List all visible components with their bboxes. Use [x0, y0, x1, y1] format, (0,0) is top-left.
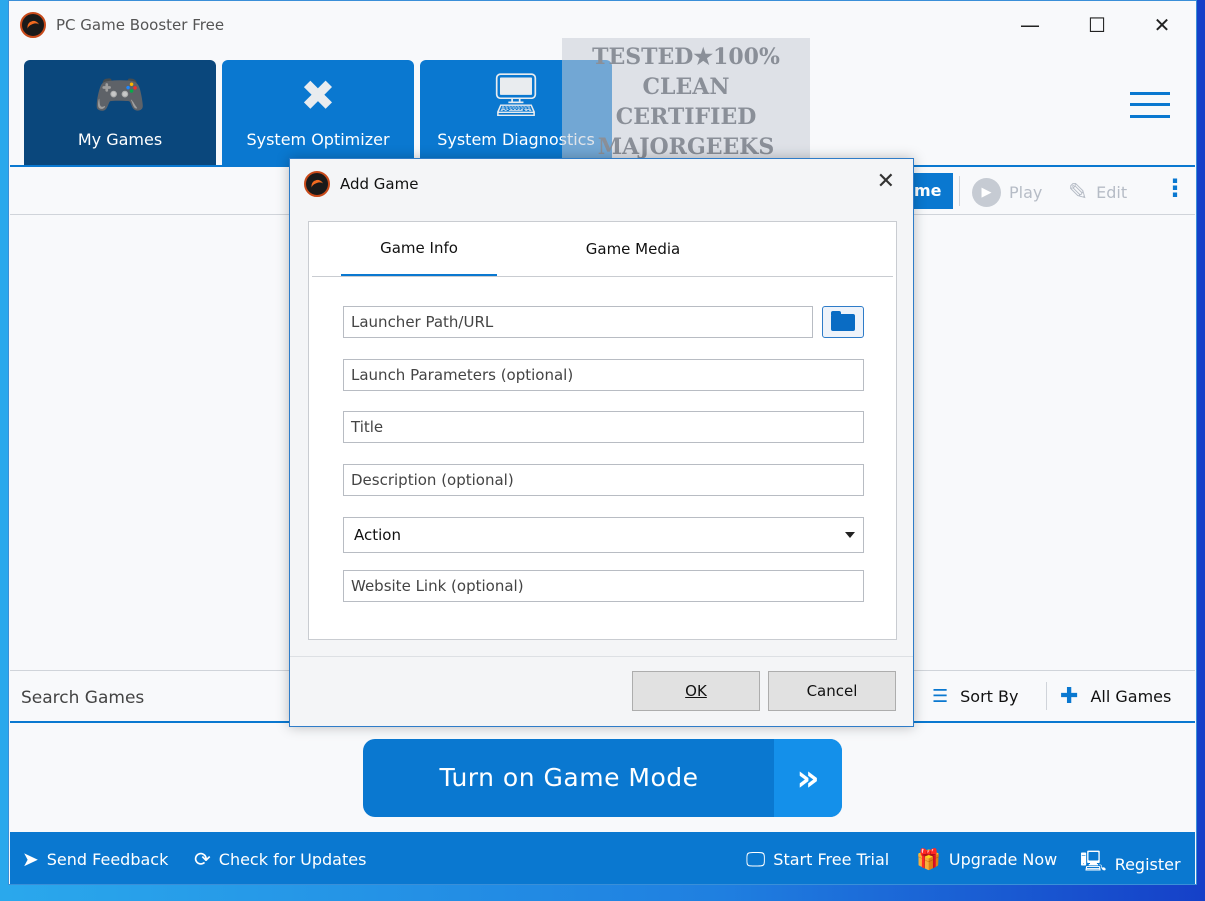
footer-bar: ➤ Send Feedback ⟳ Check for Updates 🖵 Start…: [10, 832, 1195, 884]
start-trial-link[interactable]: 🖵 Start Free Trial: [746, 847, 889, 871]
link-label: Register: [1114, 854, 1181, 874]
play-icon: ▶: [972, 178, 1001, 207]
toolbar-divider: [959, 176, 960, 206]
tab-label: System Optimizer: [246, 130, 390, 149]
ok-button[interactable]: OK: [632, 671, 760, 711]
refresh-icon: ⟳: [194, 847, 211, 871]
website-link-input[interactable]: Website Link (optional): [343, 570, 864, 602]
gift-upgrade-icon: 🎁: [916, 847, 941, 871]
game-mode-button[interactable]: Turn on Game Mode »: [363, 739, 842, 817]
monitor-clock-icon: 🖵: [746, 847, 766, 871]
genre-select[interactable]: Action: [343, 517, 864, 553]
filter-label: All Games: [1090, 687, 1172, 706]
dpad-icon: ✚: [1060, 684, 1079, 709]
tools-icon: ✖: [300, 70, 336, 120]
cancel-button[interactable]: Cancel: [768, 671, 896, 711]
divider: [290, 656, 913, 657]
launch-parameters-input[interactable]: Launch Parameters (optional): [343, 359, 864, 391]
tab-game-info[interactable]: Game Info: [341, 222, 497, 276]
double-chevron-icon: »: [774, 739, 842, 817]
description-input[interactable]: Description (optional): [343, 464, 864, 496]
app-title: PC Game Booster Free: [56, 16, 225, 34]
more-options-icon[interactable]: ⋮: [1163, 174, 1187, 202]
minimize-button[interactable]: —: [1010, 8, 1050, 42]
play-button[interactable]: ▶ Play: [972, 178, 1042, 207]
add-game-dialog: Add Game ✕ Game Info Game Media Launcher…: [289, 158, 914, 727]
sort-by-button[interactable]: ☰ Sort By: [932, 686, 1018, 707]
edit-label: Edit: [1096, 182, 1128, 202]
title-input[interactable]: Title: [343, 411, 864, 443]
app-logo-icon: [20, 12, 46, 38]
hamburger-menu-icon[interactable]: [1130, 92, 1170, 118]
play-label: Play: [1009, 183, 1043, 202]
tab-system-optimizer[interactable]: ✖ System Optimizer: [222, 60, 414, 165]
majorgeeks-watermark: TESTED★100% CLEANCERTIFIEDMAJORGEEKS★★★★…: [562, 38, 810, 188]
link-label: Upgrade Now: [948, 849, 1058, 869]
sort-icon: ☰: [932, 686, 949, 707]
pencil-icon: ✎: [1068, 178, 1089, 206]
close-button[interactable]: ✕: [1142, 8, 1182, 42]
all-games-filter[interactable]: ✚ All Games: [1060, 684, 1171, 709]
paper-plane-icon: ➤: [22, 847, 39, 871]
title-bar: PC Game Booster Free: [20, 12, 224, 38]
link-label: Check for Updates: [218, 849, 367, 869]
dialog-panel: Game Info Game Media Launcher Path/URL L…: [308, 221, 897, 640]
launcher-path-input[interactable]: Launcher Path/URL: [343, 306, 813, 338]
link-label: Send Feedback: [46, 849, 169, 869]
upgrade-now-link[interactable]: 🎁 Upgrade Now: [916, 847, 1057, 871]
search-input[interactable]: Search Games: [21, 688, 144, 708]
sort-label: Sort By: [960, 687, 1019, 706]
divider: [1046, 682, 1047, 710]
maximize-button[interactable]: ☐: [1077, 8, 1117, 42]
dialog-title: Add Game: [340, 175, 419, 193]
tab-my-games[interactable]: 🎮 My Games: [24, 60, 216, 165]
app-logo-icon: [304, 171, 330, 197]
dialog-close-button[interactable]: ✕: [877, 169, 895, 194]
link-label: Start Free Trial: [773, 849, 890, 869]
gamepad-icon: 🎮: [93, 70, 147, 119]
tab-separator: [312, 276, 893, 277]
game-mode-label: Turn on Game Mode: [439, 763, 699, 792]
browse-folder-button[interactable]: [822, 306, 864, 338]
check-updates-link[interactable]: ⟳ Check for Updates: [194, 847, 366, 871]
key-monitor-icon: 🖳: [1080, 849, 1107, 873]
folder-icon: [831, 310, 855, 331]
register-link[interactable]: 🖳 Register: [1080, 847, 1181, 881]
edit-button[interactable]: ✎ Edit: [1068, 178, 1127, 206]
tab-game-media[interactable]: Game Media: [555, 222, 711, 276]
send-feedback-link[interactable]: ➤ Send Feedback: [22, 847, 168, 871]
tab-label: My Games: [77, 130, 163, 149]
